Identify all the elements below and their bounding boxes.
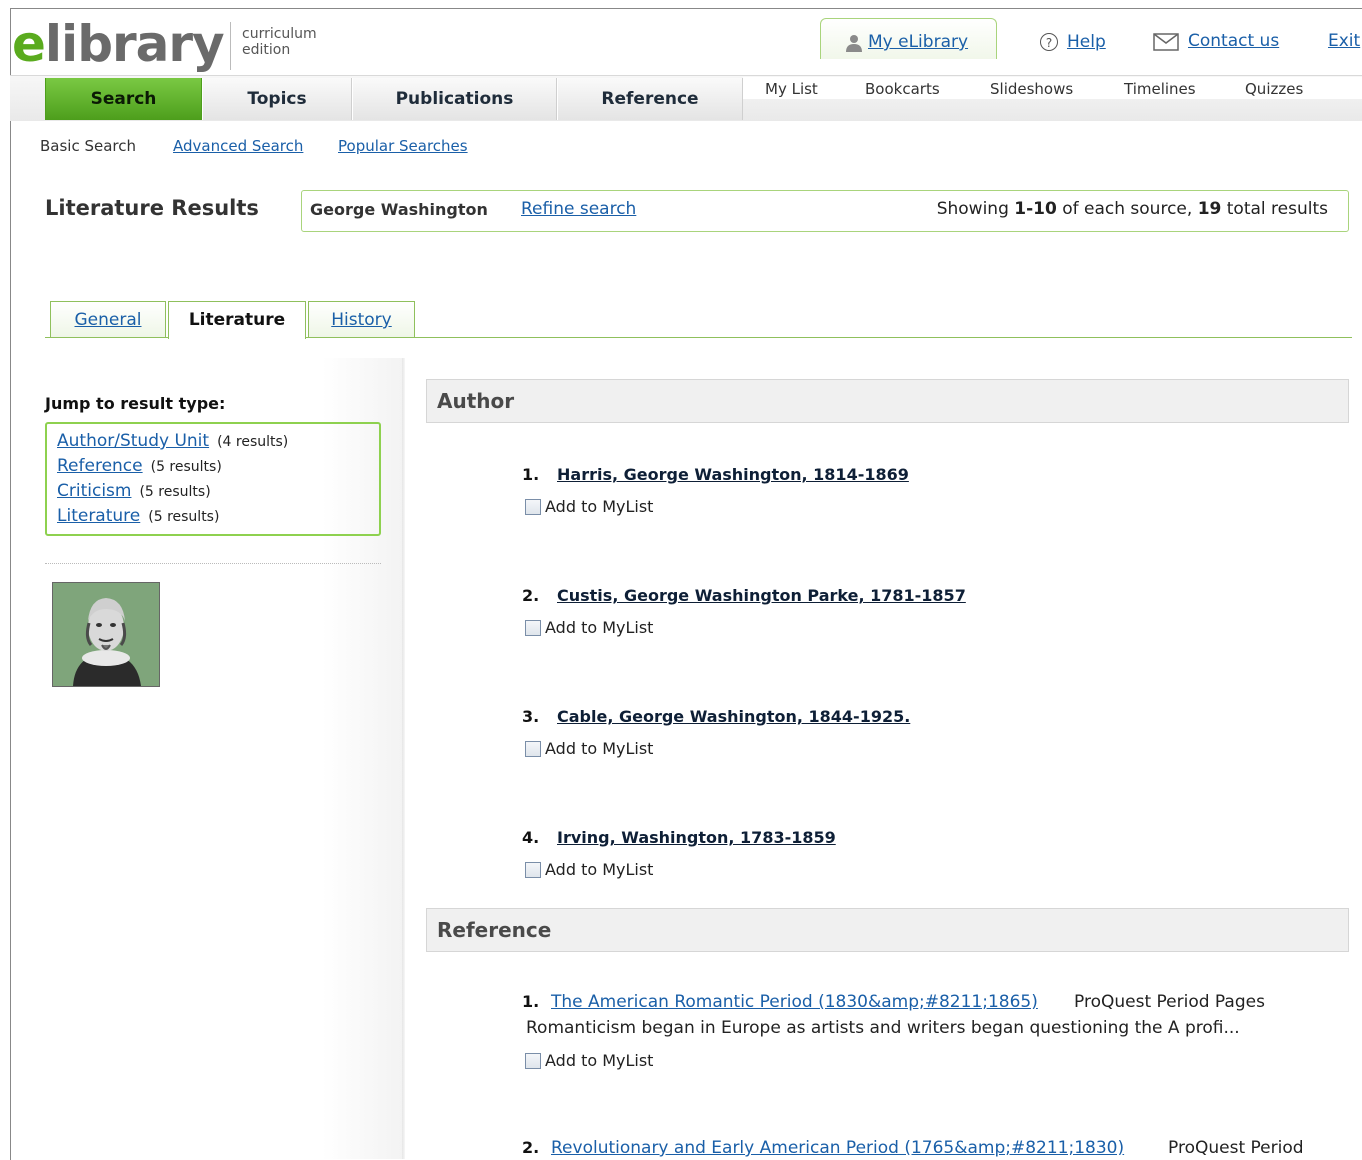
jump-link-author[interactable]: Author/Study Unit <box>57 431 209 451</box>
sidebar-separator <box>45 563 381 564</box>
tab-literature[interactable]: Literature <box>168 301 306 339</box>
result-source: ProQuest Period Pages <box>1074 992 1265 1012</box>
user-icon <box>846 35 862 52</box>
advanced-search-link[interactable]: Advanced Search <box>173 137 303 155</box>
mylist-checkbox[interactable] <box>525 1053 541 1069</box>
mail-icon <box>1153 33 1179 51</box>
add-to-mylist[interactable]: Add to MyList <box>525 1051 653 1070</box>
tab-general[interactable]: General <box>50 301 166 338</box>
mylist-checkbox[interactable] <box>525 620 541 636</box>
jump-item: Literature (5 results) <box>57 506 220 526</box>
subnav-bookcarts[interactable]: Bookcarts <box>865 80 940 98</box>
popular-searches-link[interactable]: Popular Searches <box>338 137 468 155</box>
sidebar-divider <box>402 358 405 1159</box>
author-result-link[interactable]: Harris, George Washington, 1814-1869 <box>557 465 909 484</box>
window-frame <box>10 8 1362 1160</box>
reference-result-link[interactable]: The American Romantic Period (1830&amp;#… <box>551 992 1038 1012</box>
add-to-mylist[interactable]: Add to MyList <box>525 860 653 879</box>
result-number: 2. <box>522 1138 540 1157</box>
nav-tab-reference[interactable]: Reference <box>557 78 743 120</box>
logo-divider <box>230 22 231 70</box>
jump-item: Author/Study Unit (4 results) <box>57 431 289 451</box>
jump-title: Jump to result type: <box>45 394 226 413</box>
jump-item: Criticism (5 results) <box>57 481 211 501</box>
jump-item: Reference (5 results) <box>57 456 222 476</box>
my-elibrary-link[interactable]: My eLibrary <box>868 32 968 52</box>
reference-result-link[interactable]: Revolutionary and Early American Period … <box>551 1138 1124 1158</box>
edition-label: curriculum edition <box>242 26 317 58</box>
subnav-timelines[interactable]: Timelines <box>1124 80 1196 98</box>
nav-tab-publications[interactable]: Publications <box>352 78 557 120</box>
mylist-checkbox[interactable] <box>525 741 541 757</box>
add-to-mylist[interactable]: Add to MyList <box>525 497 653 516</box>
elibrary-logo[interactable]: elibrary <box>12 16 225 72</box>
tab-history[interactable]: History <box>308 301 415 338</box>
subnav-slideshows[interactable]: Slideshows <box>990 80 1073 98</box>
result-number: 1. <box>522 992 540 1011</box>
add-to-mylist[interactable]: Add to MyList <box>525 739 653 758</box>
contact-link[interactable]: Contact us <box>1188 31 1279 51</box>
help-link[interactable]: Help <box>1067 32 1106 52</box>
result-number: 3. <box>522 707 540 726</box>
page-title: Literature Results <box>45 196 259 220</box>
result-source: ProQuest Period <box>1168 1138 1304 1158</box>
mylist-checkbox[interactable] <box>525 499 541 515</box>
result-number: 1. <box>522 465 540 484</box>
subnav-my-list[interactable]: My List <box>765 80 818 98</box>
exit-link[interactable]: Exit <box>1328 31 1360 51</box>
query-term: George Washington <box>310 200 488 219</box>
result-snippet: Romanticism began in Europe as artists a… <box>526 1018 1240 1038</box>
result-number: 4. <box>522 828 540 847</box>
nav-tab-search[interactable]: Search <box>45 78 202 120</box>
help-icon[interactable]: ? <box>1040 33 1058 51</box>
add-to-mylist[interactable]: Add to MyList <box>525 618 653 637</box>
basic-search-label: Basic Search <box>40 137 137 155</box>
results-count: Showing 1-10 of each source, 19 total re… <box>936 199 1328 219</box>
jump-link-literature[interactable]: Literature <box>57 506 140 526</box>
section-header-author: Author <box>426 379 1349 423</box>
author-result-link[interactable]: Cable, George Washington, 1844-1925. <box>557 707 910 726</box>
author-result-link[interactable]: Irving, Washington, 1783-1859 <box>557 828 836 847</box>
nav-tab-topics[interactable]: Topics <box>202 78 352 120</box>
section-header-reference: Reference <box>426 908 1349 952</box>
jump-link-criticism[interactable]: Criticism <box>57 481 131 501</box>
author-result-link[interactable]: Custis, George Washington Parke, 1781-18… <box>557 586 966 605</box>
mylist-checkbox[interactable] <box>525 862 541 878</box>
subnav-quizzes[interactable]: Quizzes <box>1245 80 1303 98</box>
author-portrait-image <box>52 582 160 687</box>
jump-link-reference[interactable]: Reference <box>57 456 143 476</box>
result-number: 2. <box>522 586 540 605</box>
refine-search-link[interactable]: Refine search <box>521 199 636 219</box>
